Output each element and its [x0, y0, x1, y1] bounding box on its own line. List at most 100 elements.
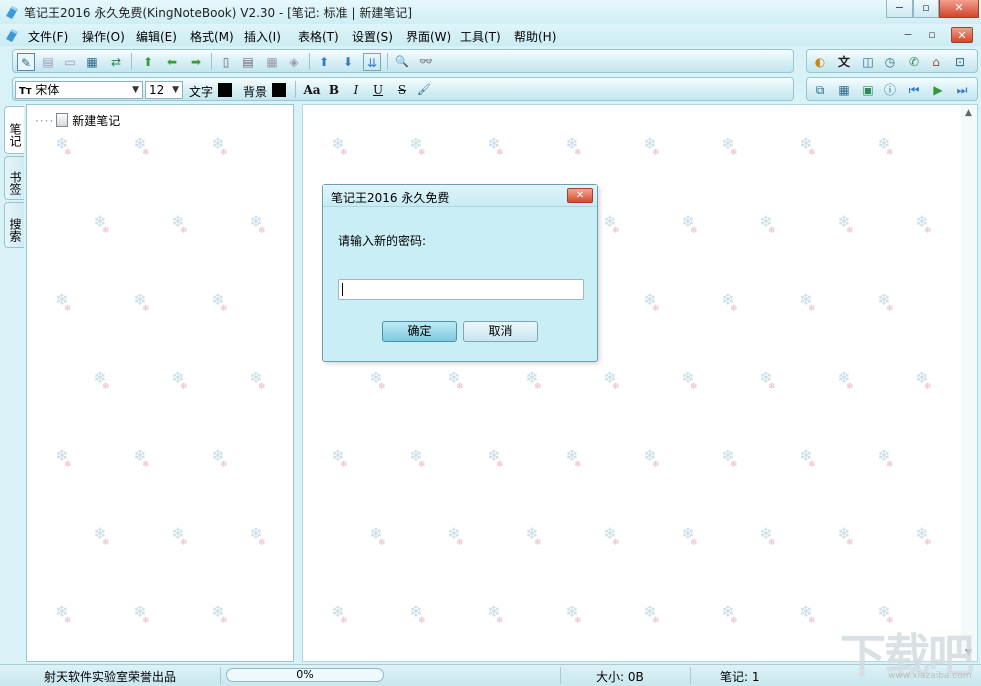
internet-icon[interactable]: ✆	[905, 53, 923, 71]
export-icon[interactable]: ⇄	[107, 53, 125, 71]
snowflake-pattern-icon: ❄❄	[447, 368, 464, 393]
password-input[interactable]	[338, 279, 584, 300]
bg-color-swatch[interactable]	[272, 83, 286, 97]
copy-window-icon[interactable]: ⧉	[811, 81, 829, 99]
arrow-up-icon[interactable]: ⬆	[139, 53, 157, 71]
mdi-minimize-button[interactable]: −	[897, 27, 919, 43]
fullscreen-icon[interactable]: ⊡	[951, 53, 969, 71]
find-icon[interactable]: 👓	[417, 53, 435, 71]
new-page-icon[interactable]: ▯	[217, 53, 235, 71]
tab-search[interactable]: 搜索	[4, 202, 24, 248]
translate-icon[interactable]: 文	[835, 53, 853, 71]
save-icon[interactable]: ▦	[263, 53, 281, 71]
snowflake-pattern-icon: ❄❄	[603, 524, 620, 549]
snowflake-pattern-icon: ❄❄	[721, 290, 738, 315]
snowflake-pattern-icon: ❄❄	[915, 524, 932, 549]
snowflake-pattern-icon: ❄❄	[211, 602, 228, 627]
ok-button[interactable]: 确定	[382, 321, 457, 342]
menu-help[interactable]: 帮助(H)	[514, 28, 556, 45]
scroll-up-icon[interactable]: ▲	[965, 108, 972, 118]
mdi-close-button[interactable]: ✕	[951, 27, 973, 43]
pen-icon[interactable]: ✎	[17, 53, 35, 71]
last-icon[interactable]: ⏭	[953, 81, 971, 99]
tab-bookmarks[interactable]: 书签	[4, 156, 24, 200]
arrow-right-icon[interactable]: ➡	[187, 53, 205, 71]
snowflake-pattern-icon: ❄❄	[643, 134, 660, 159]
text-color-swatch[interactable]	[218, 83, 232, 97]
underline-icon[interactable]: U	[369, 81, 387, 99]
snowflake-pattern-icon: ❄❄	[487, 446, 504, 471]
font-case-icon[interactable]: Aa	[301, 81, 323, 99]
play-icon[interactable]: ▶	[929, 81, 947, 99]
snowflake-pattern-icon: ❄❄	[487, 602, 504, 627]
chevron-down-icon: ▼	[172, 85, 179, 95]
print-preview-icon[interactable]: 🔍	[393, 53, 411, 71]
move-down-icon[interactable]: ⬇	[339, 53, 357, 71]
snowflake-pattern-icon: ❄❄	[721, 446, 738, 471]
snowflake-pattern-icon: ❄❄	[171, 524, 188, 549]
snowflake-pattern-icon: ❄❄	[93, 212, 110, 237]
menu-interface[interactable]: 界面(W)	[406, 28, 451, 45]
menu-settings[interactable]: 设置(S)	[352, 28, 393, 45]
snowflake-pattern-icon: ❄❄	[915, 368, 932, 393]
snowflake-pattern-icon: ❄❄	[721, 602, 738, 627]
snowflake-pattern-icon: ❄❄	[249, 212, 266, 237]
tree-connector: ····	[35, 114, 55, 128]
font-name-combo[interactable]: TT 宋体 ▼	[15, 81, 143, 99]
info-icon[interactable]: ⓘ	[881, 81, 899, 99]
note-icon	[56, 113, 69, 127]
menu-edit[interactable]: 编辑(E)	[136, 28, 177, 45]
mdi-restore-button[interactable]: ▫	[921, 27, 943, 43]
snowflake-pattern-icon: ❄❄	[799, 446, 816, 471]
size-text: 大小: 0B	[596, 670, 644, 684]
cancel-button[interactable]: 取消	[463, 321, 538, 342]
arrow-left-icon[interactable]: ⬅	[163, 53, 181, 71]
calculator-icon[interactable]: ◫	[859, 53, 877, 71]
snowflake-pattern-icon: ❄❄	[171, 212, 188, 237]
menu-file[interactable]: 文件(F)	[28, 28, 68, 45]
credit-text: 射天软件实验室荣誉出品	[44, 670, 177, 684]
document-icon[interactable]: ▤	[39, 53, 57, 71]
menu-format[interactable]: 格式(M)	[190, 28, 234, 45]
clock-icon[interactable]: ◷	[881, 53, 899, 71]
restore-button[interactable]: ▫	[913, 0, 939, 18]
window-icon[interactable]: ▭	[61, 53, 79, 71]
snowflake-pattern-icon: ❄❄	[799, 290, 816, 315]
toolbar-separator	[211, 53, 212, 70]
layers-icon[interactable]: ◈	[285, 53, 303, 71]
menu-operation[interactable]: 操作(O)	[82, 28, 125, 45]
format-brush-icon[interactable]: 🖌	[415, 81, 433, 99]
snowflake-pattern-icon: ❄❄	[331, 446, 348, 471]
editor-scrollbar[interactable]: ▲ ▼	[961, 105, 977, 661]
strikethrough-icon[interactable]: S	[393, 81, 411, 99]
move-up-icon[interactable]: ⬆	[315, 53, 333, 71]
tree-item-new-note[interactable]: ···· 新建笔记	[35, 112, 120, 129]
first-icon[interactable]: ⏮	[905, 81, 923, 99]
close-button[interactable]: ✕	[939, 0, 979, 18]
italic-icon[interactable]: I	[347, 81, 365, 99]
dialog-close-button[interactable]: ✕	[567, 188, 593, 203]
image-icon[interactable]: ▣	[859, 81, 877, 99]
snowflake-pattern-icon: ❄❄	[93, 524, 110, 549]
tab-notes[interactable]: 笔记	[4, 106, 24, 154]
menu-tools[interactable]: 工具(T)	[460, 28, 501, 45]
sound-icon[interactable]: ◐	[811, 53, 829, 71]
snowflake-pattern-icon: ❄❄	[603, 368, 620, 393]
main-toolbar: ✎ ▤ ▭ ▦ ⇄ ⬆ ⬅ ➡ ▯ ▤ ▦ ◈ ⬆ ⬇ ⇊ 🔍 👓	[12, 49, 794, 73]
layout-icon[interactable]: ▦	[83, 53, 101, 71]
format-toolbar: TT 宋体 ▼ 12 ▼ 文字 背景 Aa B I U S 🖌	[12, 77, 794, 101]
menu-app-icon[interactable]	[4, 27, 20, 43]
bold-icon[interactable]: B	[325, 81, 343, 99]
menu-insert[interactable]: 插入(I)	[244, 28, 281, 45]
snowflake-pattern-icon: ❄❄	[565, 446, 582, 471]
snowflake-pattern-icon: ❄❄	[681, 368, 698, 393]
grid-icon[interactable]: ▦	[835, 81, 853, 99]
sort-icon[interactable]: ⇊	[363, 53, 381, 71]
menu-table[interactable]: 表格(T)	[298, 28, 339, 45]
list-icon[interactable]: ▤	[239, 53, 257, 71]
minimize-button[interactable]: −	[886, 0, 913, 18]
snowflake-pattern-icon: ❄❄	[759, 212, 776, 237]
home-icon[interactable]: ⌂	[927, 53, 945, 71]
bg-color-label: 背景	[243, 85, 268, 99]
font-size-combo[interactable]: 12 ▼	[145, 81, 183, 99]
